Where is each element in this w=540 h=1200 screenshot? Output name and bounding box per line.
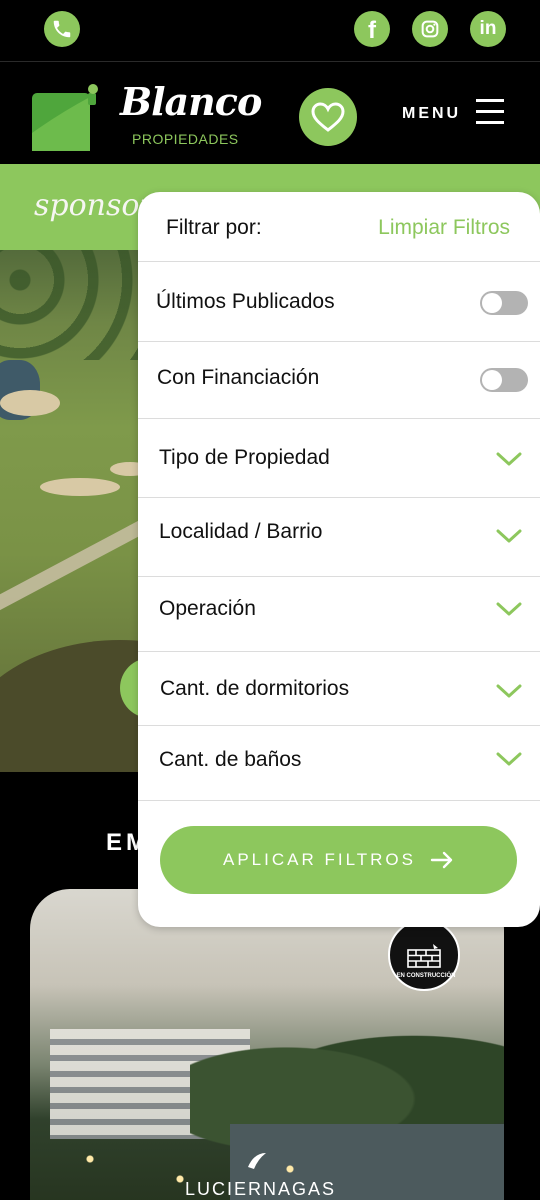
favorites-button[interactable] <box>299 88 357 146</box>
top-social-bar: f in <box>0 0 540 62</box>
heart-icon <box>311 102 345 132</box>
dropdown-label: Cant. de dormitorios <box>160 677 350 700</box>
filter-dropdown-row[interactable]: Operación <box>138 577 540 652</box>
chevron-down-icon <box>496 684 522 698</box>
apply-filters-label: APLICAR FILTROS <box>223 850 416 869</box>
toggle-label: Con Financiación <box>157 366 320 389</box>
phone-icon[interactable] <box>44 11 80 47</box>
toggle-label: Últimos Publicados <box>156 290 335 313</box>
filter-dropdown-row[interactable]: Cant. de baños <box>138 726 540 801</box>
filter-toggle-row[interactable]: Con Financiación <box>138 342 540 419</box>
brand-name: Blanco <box>120 79 262 124</box>
filter-dropdown-row[interactable]: Localidad / Barrio <box>138 498 540 577</box>
badge-text: EN CONSTRUCCIÓN <box>396 973 456 979</box>
dropdown-label: Operación <box>159 597 256 620</box>
toggle-knob <box>482 370 502 390</box>
logo-mark-icon[interactable] <box>30 83 100 153</box>
dropdown-label: Tipo de Propiedad <box>159 446 330 469</box>
toggle-knob <box>482 293 502 313</box>
brick-wall-icon <box>407 944 441 968</box>
chevron-down-icon <box>496 452 522 466</box>
hamburger-menu-icon[interactable] <box>476 99 504 125</box>
site-header: Blanco PROPIEDADES MENU <box>0 63 540 164</box>
filter-title: Filtrar por: <box>166 216 262 239</box>
chevron-down-icon <box>496 529 522 543</box>
filter-panel: Filtrar por: Limpiar Filtros Últimos Pub… <box>138 192 540 927</box>
clear-filters-link[interactable]: Limpiar Filtros <box>378 216 510 240</box>
brand-logo[interactable]: Blanco PROPIEDADES <box>114 79 262 151</box>
hero-bunker <box>0 390 60 416</box>
apply-filters-button[interactable]: APLICAR FILTROS <box>160 826 517 894</box>
filter-toggle-row[interactable]: Últimos Publicados <box>138 262 540 342</box>
latest-published-toggle[interactable] <box>480 291 528 315</box>
facebook-glyph: f <box>368 17 376 44</box>
firefly-logo-icon <box>248 1153 266 1169</box>
property-name: LUCIERNAGAS <box>185 1179 337 1199</box>
instagram-icon[interactable] <box>412 11 448 47</box>
hero-bunker <box>40 478 120 496</box>
sponsor-text: sponsor <box>34 188 154 223</box>
filter-header: Filtrar por: Limpiar Filtros <box>138 192 540 262</box>
dropdown-label: Cant. de baños <box>159 748 302 771</box>
arrow-right-icon <box>430 851 453 869</box>
brand-subtitle: PROPIEDADES <box>132 131 239 147</box>
filter-dropdown-row[interactable]: Cant. de dormitorios <box>138 652 540 726</box>
linkedin-icon[interactable]: in <box>470 11 506 47</box>
menu-label[interactable]: MENU <box>402 105 461 123</box>
linkedin-glyph: in <box>479 18 497 39</box>
filter-dropdown-row[interactable]: Tipo de Propiedad <box>138 419 540 498</box>
facebook-icon[interactable]: f <box>354 11 390 47</box>
dropdown-label: Localidad / Barrio <box>159 520 323 543</box>
chevron-down-icon <box>496 752 522 766</box>
property-card[interactable]: EN CONSTRUCCIÓN LUCIERNAGAS <box>30 889 504 1200</box>
chevron-down-icon <box>496 602 522 616</box>
financing-toggle[interactable] <box>480 368 528 392</box>
construction-badge: EN CONSTRUCCIÓN <box>388 919 460 991</box>
